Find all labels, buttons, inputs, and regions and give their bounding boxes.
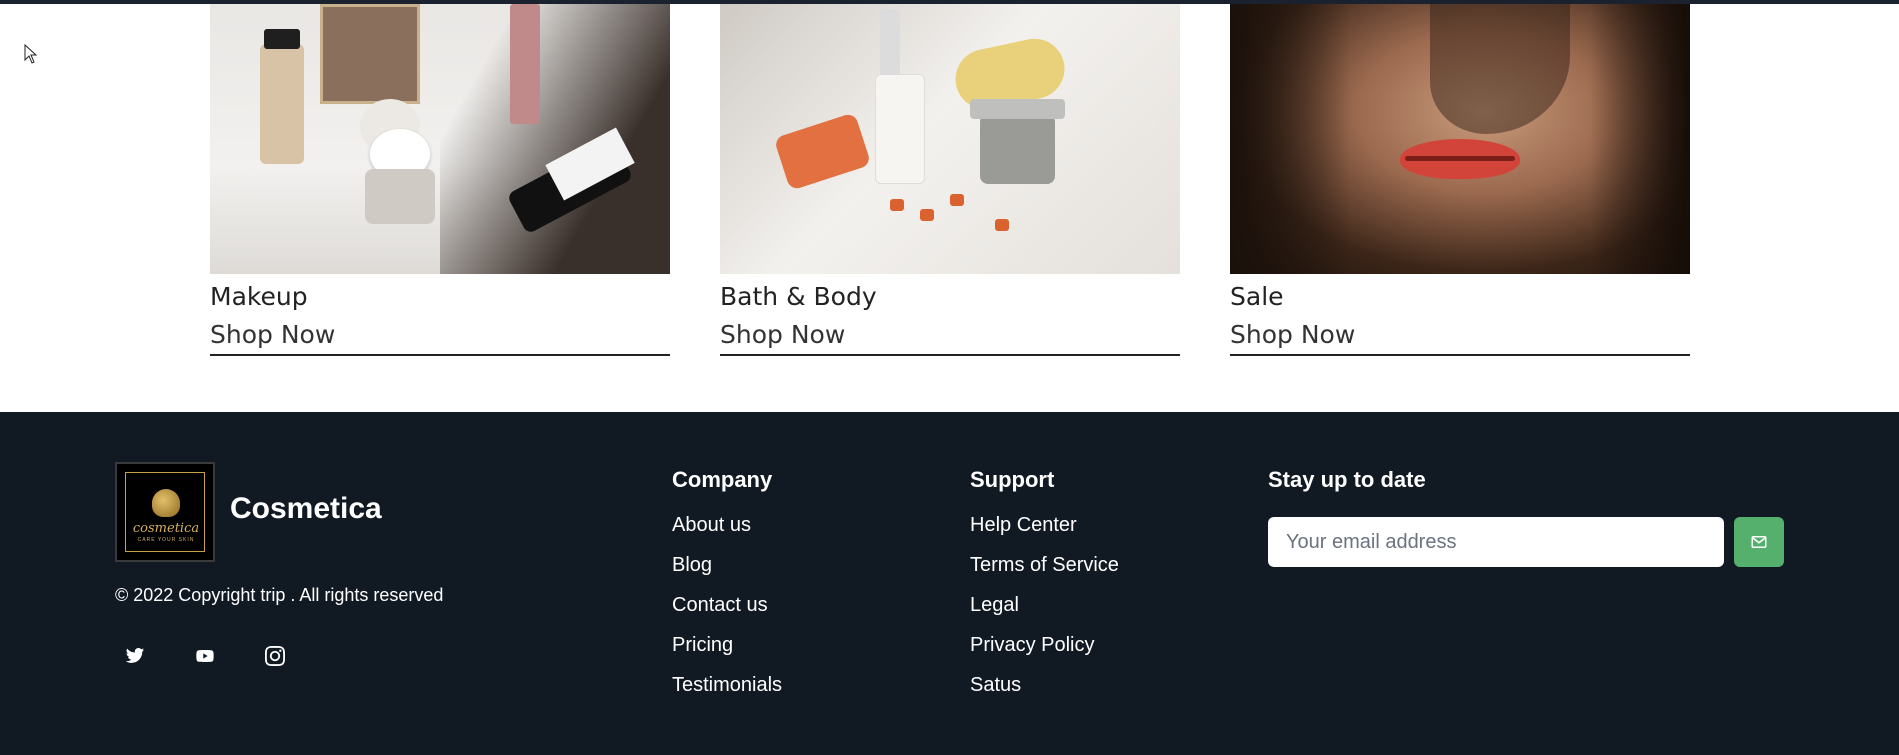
- footer-link-terms[interactable]: Terms of Service: [970, 553, 1119, 578]
- subscribe-button[interactable]: [1734, 517, 1784, 567]
- shop-now-link[interactable]: Shop Now: [1230, 318, 1690, 356]
- shop-now-link[interactable]: Shop Now: [720, 318, 1180, 356]
- newsletter-heading: Stay up to date: [1268, 467, 1426, 492]
- mouse-cursor-icon: [24, 44, 38, 64]
- company-links: Company About us Blog Contact us Pricing…: [672, 467, 782, 713]
- twitter-icon[interactable]: [115, 636, 155, 676]
- bath-body-image[interactable]: [720, 4, 1180, 274]
- send-icon: [1751, 536, 1767, 548]
- footer-link-legal[interactable]: Legal: [970, 593, 1119, 618]
- email-input[interactable]: [1268, 517, 1724, 567]
- logo-wordmark: cosmetica: [132, 521, 200, 536]
- copyright-text: © 2022 Copyright trip . All rights reser…: [115, 585, 444, 605]
- footer-link-help-center[interactable]: Help Center: [970, 513, 1119, 538]
- newsletter-section: Stay up to date: [1268, 467, 1426, 513]
- footer-link-testimonials[interactable]: Testimonials: [672, 673, 782, 698]
- category-card-makeup: Makeup Shop Now: [210, 4, 670, 356]
- brand-logo[interactable]: cosmetica CARE YOUR SKIN: [115, 462, 215, 562]
- logo-emblem-icon: [152, 489, 180, 517]
- brand-name: Cosmetica: [230, 492, 382, 525]
- category-card-bath-body: Bath & Body Shop Now: [720, 4, 1180, 356]
- footer-link-blog[interactable]: Blog: [672, 553, 782, 578]
- sale-image[interactable]: [1230, 4, 1690, 274]
- category-card-sale: Sale Shop Now: [1230, 4, 1690, 356]
- support-links: Support Help Center Terms of Service Leg…: [970, 467, 1119, 713]
- category-cards: Makeup Shop Now Bath & Body Shop Now Sal…: [210, 4, 1690, 356]
- instagram-icon[interactable]: [255, 636, 295, 676]
- category-title: Sale: [1230, 282, 1284, 311]
- shop-now-link[interactable]: Shop Now: [210, 318, 670, 356]
- logo-tagline: CARE YOUR SKIN: [137, 537, 195, 543]
- category-title: Makeup: [210, 282, 308, 311]
- category-title: Bath & Body: [720, 282, 877, 311]
- footer-link-contact[interactable]: Contact us: [672, 593, 782, 618]
- site-footer: cosmetica CARE YOUR SKIN Cosmetica © 202…: [0, 412, 1899, 755]
- footer-link-privacy[interactable]: Privacy Policy: [970, 633, 1119, 658]
- youtube-icon[interactable]: [185, 636, 225, 676]
- footer-link-about[interactable]: About us: [672, 513, 782, 538]
- footer-link-status[interactable]: Satus: [970, 673, 1119, 698]
- company-heading: Company: [672, 467, 773, 492]
- support-heading: Support: [970, 467, 1055, 492]
- footer-link-pricing[interactable]: Pricing: [672, 633, 782, 658]
- makeup-image[interactable]: [210, 4, 670, 274]
